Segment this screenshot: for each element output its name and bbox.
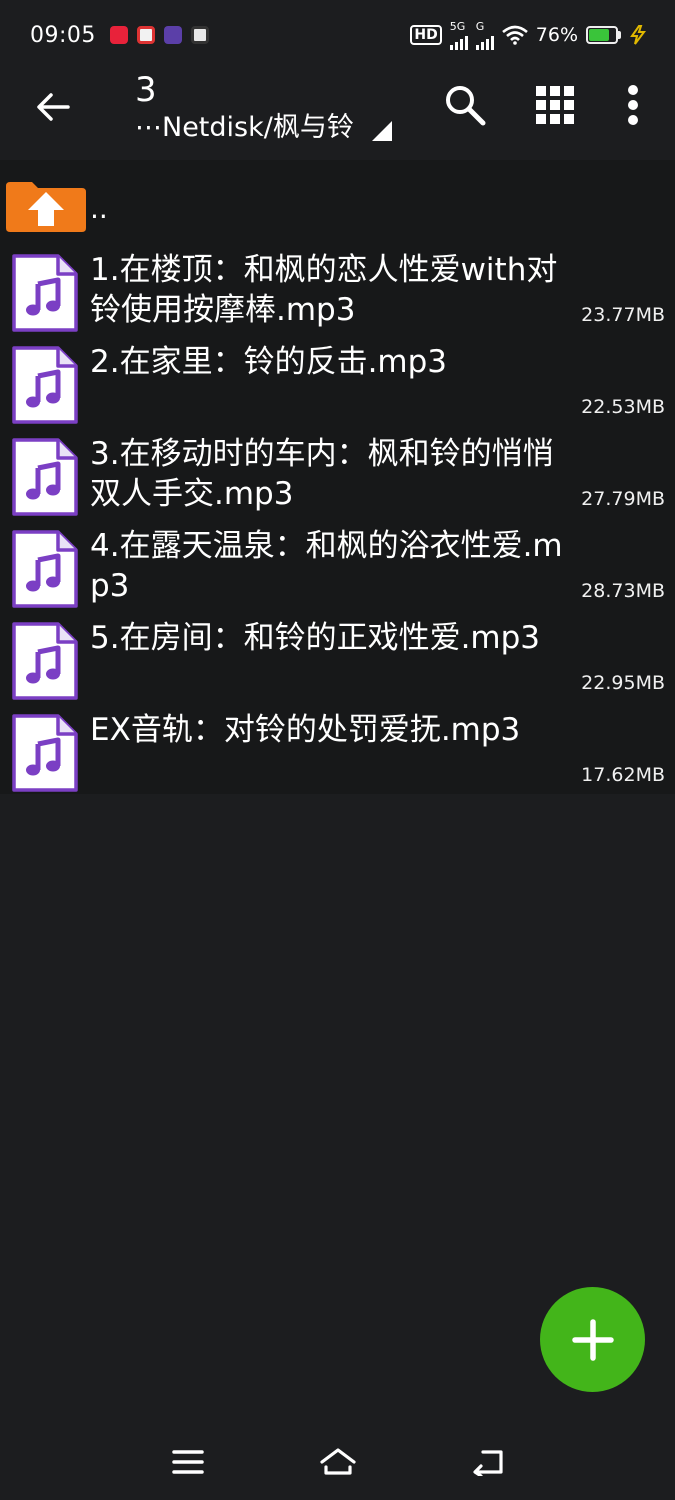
back-nav-button[interactable] — [466, 1442, 510, 1482]
app-notification-icon — [136, 26, 155, 44]
menu-icon — [172, 1450, 204, 1474]
file-name: 4.在露天温泉：和枫的浴衣性爱.mp3 — [90, 528, 563, 604]
grid-view-button[interactable] — [530, 80, 580, 130]
signal-5g-icon: 5G — [449, 21, 468, 50]
wifi-icon — [501, 25, 528, 45]
file-row[interactable]: 2.在家里：铃的反击.mp3 22.53MB — [0, 334, 675, 426]
more-vert-icon — [628, 85, 638, 125]
file-row[interactable]: 4.在露天温泉：和枫的浴衣性爱.mp3 28.73MB — [0, 518, 675, 610]
charging-icon — [630, 25, 646, 45]
file-name: EX音轨：对铃的处罚爱抚.mp3 — [90, 712, 521, 748]
app-notification-icon — [190, 26, 209, 44]
file-size: 23.77MB — [581, 304, 665, 326]
file-name: 1.在楼顶：和枫的恋人性爱with对铃使用按摩棒.mp3 — [90, 252, 558, 328]
grid-view-icon — [536, 86, 574, 124]
back-arrow-icon — [37, 93, 70, 121]
hd-badge: HD — [410, 25, 442, 45]
signal-g-icon: G — [475, 21, 494, 50]
add-fab-button[interactable] — [540, 1287, 645, 1392]
file-size: 22.95MB — [581, 672, 665, 694]
music-file-icon — [12, 622, 78, 700]
search-icon — [446, 86, 486, 126]
music-file-icon — [12, 714, 78, 792]
back-button[interactable] — [30, 84, 76, 130]
music-file-icon — [12, 346, 78, 424]
app-notification-icon — [109, 26, 128, 44]
return-icon — [473, 1450, 503, 1476]
file-size: 28.73MB — [581, 580, 665, 602]
file-name: 5.在房间：和铃的正戏性爱.mp3 — [90, 620, 541, 656]
status-time: 09:05 — [30, 22, 96, 48]
music-file-icon — [12, 254, 78, 332]
current-path[interactable]: ⋯Netdisk/枫与铃 — [135, 110, 392, 146]
file-row[interactable]: 1.在楼顶：和枫的恋人性爱with对铃使用按摩棒.mp3 23.77MB — [0, 242, 675, 334]
folder-up-icon — [6, 182, 86, 232]
app-bar: 3 ⋯Netdisk/枫与铃 — [0, 70, 675, 158]
file-name: 3.在移动时的车内：枫和铃的悄悄双人手交.mp3 — [90, 436, 554, 512]
file-row[interactable]: 3.在移动时的车内：枫和铃的悄悄双人手交.mp3 27.79MB — [0, 426, 675, 518]
status-bar: 09:05 HD 5G G 76% — [0, 0, 675, 70]
file-size: 22.53MB — [581, 396, 665, 418]
battery-percent: 76% — [535, 24, 578, 46]
file-manager-screen: 09:05 HD 5G G 76% 3 ⋯Netdisk/枫与铃 .. 1.在楼… — [0, 0, 675, 1500]
file-size: 27.79MB — [581, 488, 665, 510]
battery-icon — [586, 26, 621, 44]
title-block[interactable]: 3 ⋯Netdisk/枫与铃 — [135, 70, 392, 146]
file-row[interactable]: 5.在房间：和铃的正戏性爱.mp3 22.95MB — [0, 610, 675, 702]
search-button[interactable] — [440, 80, 490, 130]
file-size: 17.62MB — [581, 764, 665, 786]
folder-item-count: 3 — [135, 70, 157, 110]
parent-folder-label: .. — [90, 192, 108, 225]
music-file-icon — [12, 438, 78, 516]
home-icon — [320, 1448, 356, 1475]
path-dropdown-icon — [371, 121, 392, 141]
home-button[interactable] — [316, 1442, 360, 1482]
more-options-button[interactable] — [608, 80, 658, 130]
music-file-icon — [12, 530, 78, 608]
plus-icon — [571, 1318, 614, 1361]
parent-folder-row[interactable]: .. — [0, 160, 675, 242]
recents-button[interactable] — [166, 1442, 210, 1482]
file-row[interactable]: EX音轨：对铃的处罚爱抚.mp3 17.62MB — [0, 702, 675, 794]
file-list: .. 1.在楼顶：和枫的恋人性爱with对铃使用按摩棒.mp3 23.77MB 2… — [0, 160, 675, 794]
file-name: 2.在家里：铃的反击.mp3 — [90, 344, 448, 380]
app-notification-icon — [163, 26, 182, 44]
navigation-bar — [0, 1420, 675, 1500]
status-indicators: HD 5G G 76% — [410, 21, 647, 50]
